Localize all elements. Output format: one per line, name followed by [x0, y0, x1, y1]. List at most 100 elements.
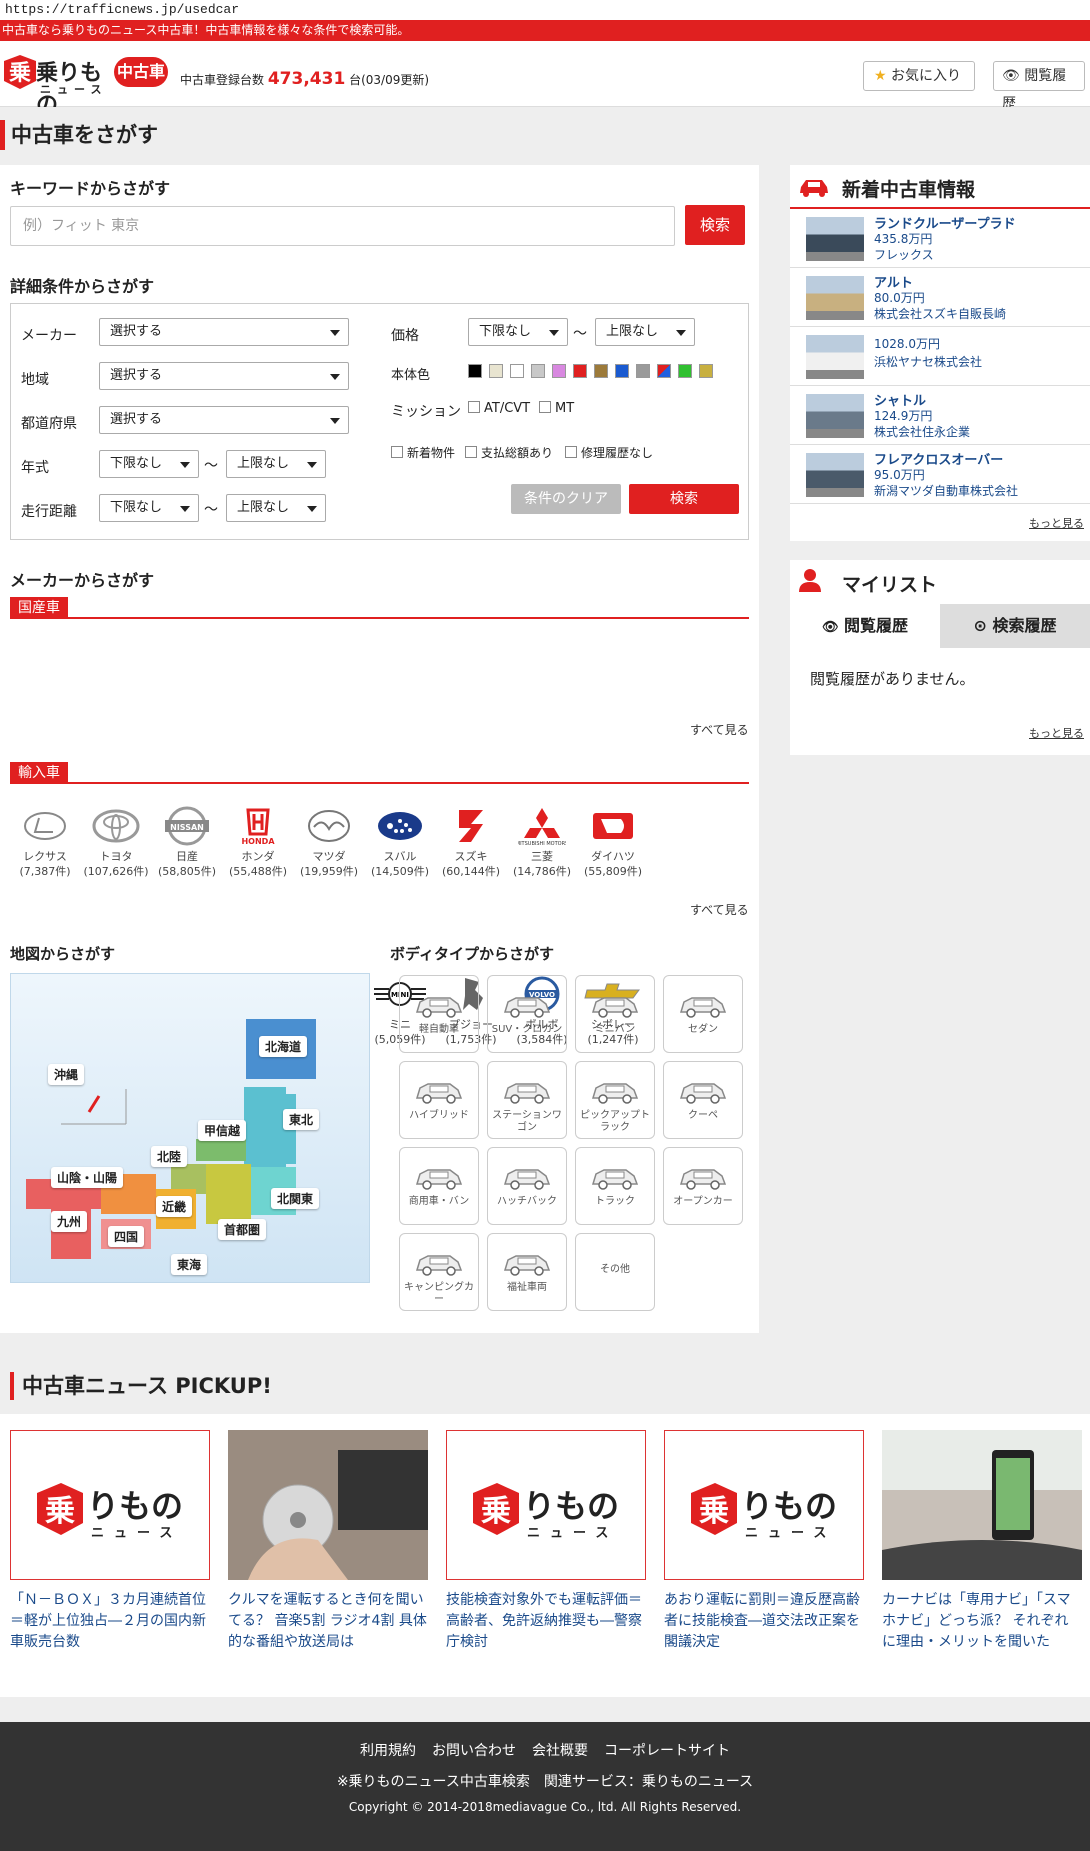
article-thumbnail[interactable]: 乗りもの ニュース	[10, 1430, 210, 1580]
mileage-to-select[interactable]: 上限なし	[226, 494, 326, 522]
total-checkbox[interactable]	[465, 446, 477, 458]
bodytype-button[interactable]: ステーションワゴン	[487, 1061, 567, 1139]
footer-link[interactable]: 利用規約	[360, 1743, 416, 1759]
bodytype-button[interactable]: ハイブリッド	[399, 1061, 479, 1139]
bodytype-button[interactable]: オープンカー	[663, 1147, 743, 1225]
footer-link[interactable]: 会社概要	[532, 1743, 588, 1759]
year-to-select[interactable]: 上限なし	[226, 450, 326, 478]
region-shutoken[interactable]: 首都圏	[218, 1219, 267, 1240]
article-title[interactable]: 技能検査対象外でも運転評価＝高齢者、免許返納推奨も―警察庁検討	[446, 1590, 646, 1653]
color-swatch[interactable]	[489, 364, 503, 378]
mission-at-option[interactable]: AT/CVT	[468, 401, 530, 416]
import-see-all-link[interactable]: すべて見る	[690, 901, 749, 918]
tab-search-history[interactable]: ⊙ 検索履歴	[940, 604, 1090, 648]
article-thumbnail[interactable]: 乗りもの ニュース	[446, 1430, 646, 1580]
region-sanin-sanyo[interactable]: 山陰・山陽	[51, 1167, 124, 1188]
new-checkbox[interactable]	[391, 446, 403, 458]
pickup-article[interactable]: 乗りもの ニュース技能検査対象外でも運転評価＝高齢者、免許返納推奨も―警察庁検討	[446, 1430, 646, 1653]
bodytype-button[interactable]: 福祉車両	[487, 1233, 567, 1311]
article-title[interactable]: あおり運転に罰則＝違反歴高齢者に技能検査―道交法改正案を閣議決定	[664, 1590, 864, 1653]
color-swatch[interactable]	[531, 364, 545, 378]
new-car-item[interactable]: シャトル 124.9万円 株式会社住永企業	[790, 386, 1090, 445]
pickup-article[interactable]: クルマを運転するとき何を聞いてる？ 音楽5割 ラジオ4割 具体的な番組や放送局は	[228, 1430, 428, 1653]
maker-nissan[interactable]: NISSAN 日産 (58,805件)	[152, 805, 222, 879]
bodytype-button[interactable]: セダン	[663, 975, 743, 1053]
region-hokkaido[interactable]: 北海道	[259, 1036, 308, 1057]
color-swatch[interactable]	[468, 364, 482, 378]
maker-toyota[interactable]: トヨタ (107,626件)	[81, 805, 151, 879]
bodytype-button[interactable]: ミニバン	[575, 975, 655, 1053]
region-hokuriku[interactable]: 北陸	[151, 1146, 188, 1167]
new-car-item[interactable]: アルト 80.0万円 株式会社スズキ自販長崎	[790, 268, 1090, 327]
keyword-input[interactable]: 例）フィット 東京	[10, 206, 675, 246]
detail-search-button[interactable]: 検索	[629, 484, 739, 514]
color-swatch[interactable]	[594, 364, 608, 378]
new-car-item[interactable]: フレアクロスオーバー 95.0万円 新潟マツダ自動車株式会社	[790, 445, 1090, 504]
price-to-select[interactable]: 上限なし	[595, 318, 695, 346]
article-title[interactable]: クルマを運転するとき何を聞いてる？ 音楽5割 ラジオ4割 具体的な番組や放送局は	[228, 1590, 428, 1653]
pickup-article[interactable]: 乗りもの ニュース「Ｎ－ＢＯＸ」３カ月連続首位＝軽が上位独占―２月の国内新車販売台…	[10, 1430, 210, 1653]
footer-link[interactable]: コーポレートサイト	[604, 1743, 730, 1759]
new-cars-more-link[interactable]: もっと見る	[1029, 515, 1084, 531]
maker-select[interactable]: 選択する	[99, 318, 349, 346]
bodytype-button[interactable]: キャンピングカー	[399, 1233, 479, 1311]
bodytype-button[interactable]: SUV・クロカン	[487, 975, 567, 1053]
region-okinawa[interactable]: 沖縄	[48, 1064, 85, 1085]
at-checkbox[interactable]	[468, 401, 480, 413]
prefecture-select[interactable]: 選択する	[99, 406, 349, 434]
maker-suzuki[interactable]: スズキ (60,144件)	[436, 805, 506, 879]
new-car-item[interactable]: 1028.0万円 浜松ヤナセ株式会社	[790, 327, 1090, 386]
article-title[interactable]: カーナビは「専用ナビ」「スマホナビ」どっち派？ それぞれに理由・メリットを聞いた	[882, 1590, 1082, 1653]
region-tohoku[interactable]: 東北	[283, 1109, 320, 1130]
mylist-more-link[interactable]: もっと見る	[1029, 725, 1084, 741]
year-from-select[interactable]: 下限なし	[99, 450, 199, 478]
bodytype-button[interactable]: 軽自動車	[399, 975, 479, 1053]
color-swatch[interactable]	[657, 364, 671, 378]
region-kita-kanto[interactable]: 北関東	[271, 1188, 320, 1209]
maker-mazda[interactable]: マツダ (19,959件)	[294, 805, 364, 879]
mission-mt-option[interactable]: MT	[539, 401, 574, 416]
maker-daihatsu[interactable]: ダイハツ (55,809件)	[578, 805, 648, 879]
region-tokai[interactable]: 東海	[171, 1254, 208, 1275]
history-button[interactable]: 👁 閲覧履歴	[993, 61, 1085, 112]
color-swatch[interactable]	[573, 364, 587, 378]
maker-mitsubishi[interactable]: MITSUBISHI MOTORS 三菱 (14,786件)	[507, 805, 577, 879]
bodytype-button[interactable]: トラック	[575, 1147, 655, 1225]
article-thumbnail[interactable]	[882, 1430, 1082, 1580]
new-option[interactable]: 新着物件	[391, 444, 455, 461]
japan-map[interactable]: 北海道 東北 沖縄 甲信越 北陸 山陰・山陽 近畿 北関東 九州 四国 首都圏 …	[10, 973, 370, 1283]
repair-option[interactable]: 修理履歴なし	[565, 444, 653, 461]
car-thumbnail[interactable]	[806, 276, 864, 320]
keyword-search-button[interactable]: 検索	[685, 205, 745, 245]
maker-lexus[interactable]: レクサス (7,387件)	[10, 805, 80, 879]
pickup-article[interactable]: カーナビは「専用ナビ」「スマホナビ」どっち派？ それぞれに理由・メリットを聞いた	[882, 1430, 1082, 1653]
color-swatch[interactable]	[552, 364, 566, 378]
clear-button[interactable]: 条件のクリア	[511, 484, 621, 514]
maker-subaru[interactable]: スバル (14,509件)	[365, 805, 435, 879]
color-swatch[interactable]	[678, 364, 692, 378]
maker-honda[interactable]: HONDA ホンダ (55,488件)	[223, 805, 293, 879]
pickup-article[interactable]: 乗りもの ニュースあおり運転に罰則＝違反歴高齢者に技能検査―道交法改正案を閣議決定	[664, 1430, 864, 1653]
mt-checkbox[interactable]	[539, 401, 551, 413]
region-kyushu[interactable]: 九州	[51, 1211, 88, 1232]
region-select[interactable]: 選択する	[99, 362, 349, 390]
price-from-select[interactable]: 下限なし	[468, 318, 568, 346]
total-option[interactable]: 支払総額あり	[465, 444, 553, 461]
color-swatch[interactable]	[510, 364, 524, 378]
mileage-from-select[interactable]: 下限なし	[99, 494, 199, 522]
domestic-see-all-link[interactable]: すべて見る	[690, 721, 749, 738]
article-thumbnail[interactable]: 乗りもの ニュース	[664, 1430, 864, 1580]
bodytype-button[interactable]: クーペ	[663, 1061, 743, 1139]
site-logo[interactable]: 乗 乗りもの ニュース	[0, 53, 110, 118]
bodytype-button[interactable]: その他	[575, 1233, 655, 1311]
region-shikoku[interactable]: 四国	[108, 1226, 145, 1247]
article-title[interactable]: 「Ｎ－ＢＯＸ」３カ月連続首位＝軽が上位独占―２月の国内新車販売台数	[10, 1590, 210, 1653]
car-thumbnail[interactable]	[806, 335, 864, 379]
car-thumbnail[interactable]	[806, 394, 864, 438]
tab-browse-history[interactable]: 👁 閲覧履歴	[790, 604, 940, 648]
article-thumbnail[interactable]	[228, 1430, 428, 1580]
browser-url[interactable]: https://trafficnews.jp/usedcar	[0, 0, 1090, 20]
color-swatch[interactable]	[615, 364, 629, 378]
bodytype-button[interactable]: ピックアップトラック	[575, 1061, 655, 1139]
region-kinki[interactable]: 近畿	[156, 1196, 193, 1217]
